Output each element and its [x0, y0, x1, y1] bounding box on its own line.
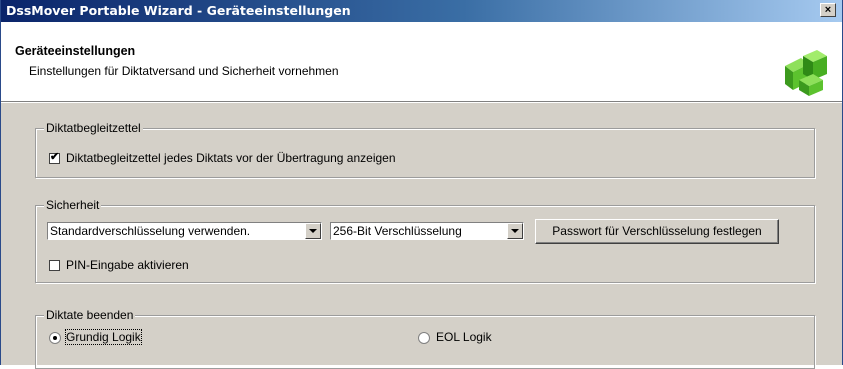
show-slip-label[interactable]: Diktatbegleitzettel jedes Diktats vor de… [66, 151, 396, 165]
close-icon: × [824, 4, 832, 16]
eol-logic-radio[interactable] [418, 332, 430, 344]
group-diktatbegleitzettel: Diktatbegleitzettel ✔ Diktatbegleitzette… [35, 121, 815, 178]
close-button[interactable]: × [820, 3, 836, 17]
grundig-logic-label[interactable]: Grundig Logik [65, 329, 142, 345]
checkmark-icon: ✔ [50, 151, 60, 163]
group-legend-security: Sicherheit [44, 198, 102, 212]
group-legend-finish: Diktate beenden [44, 308, 136, 322]
encryption-strength-select[interactable]: 256-Bit Verschlüsselung [330, 222, 524, 240]
eol-logic-label[interactable]: EOL Logik [436, 330, 492, 344]
radio-selected-dot [53, 336, 57, 340]
window-title: DssMover Portable Wizard - Geräteeinstel… [6, 3, 351, 18]
chevron-down-icon[interactable] [507, 223, 523, 239]
group-diktate-beenden: Diktate beenden Grundig Logik EOL Logik [35, 308, 815, 369]
title-bar[interactable]: DssMover Portable Wizard - Geräteeinstel… [1, 0, 842, 22]
wizard-window: DssMover Portable Wizard - Geräteeinstel… [0, 0, 843, 369]
pin-entry-checkbox[interactable] [49, 260, 60, 271]
grundig-logic-radio[interactable] [49, 332, 61, 344]
set-password-button[interactable]: Passwort für Verschlüsselung festlegen [535, 219, 779, 244]
pin-entry-label[interactable]: PIN-Eingabe aktivieren [66, 258, 189, 272]
wizard-header: Geräteeinstellungen Einstellungen für Di… [1, 22, 842, 101]
show-slip-checkbox[interactable]: ✔ [49, 151, 60, 164]
chevron-down-icon[interactable] [305, 223, 321, 239]
encryption-strength-value: 256-Bit Verschlüsselung [333, 224, 462, 238]
green-cubes-logo-icon [785, 50, 827, 96]
encryption-mode-select[interactable]: Standardverschlüsselung verwenden. [47, 222, 322, 240]
group-sicherheit: Sicherheit Standardverschlüsselung verwe… [35, 198, 815, 283]
page-subtitle: Einstellungen für Diktatversand und Sich… [29, 64, 339, 78]
group-legend-slip: Diktatbegleitzettel [44, 121, 143, 135]
page-title: Geräteeinstellungen [15, 44, 136, 58]
encryption-mode-value: Standardverschlüsselung verwenden. [50, 224, 251, 238]
header-divider [1, 101, 842, 103]
